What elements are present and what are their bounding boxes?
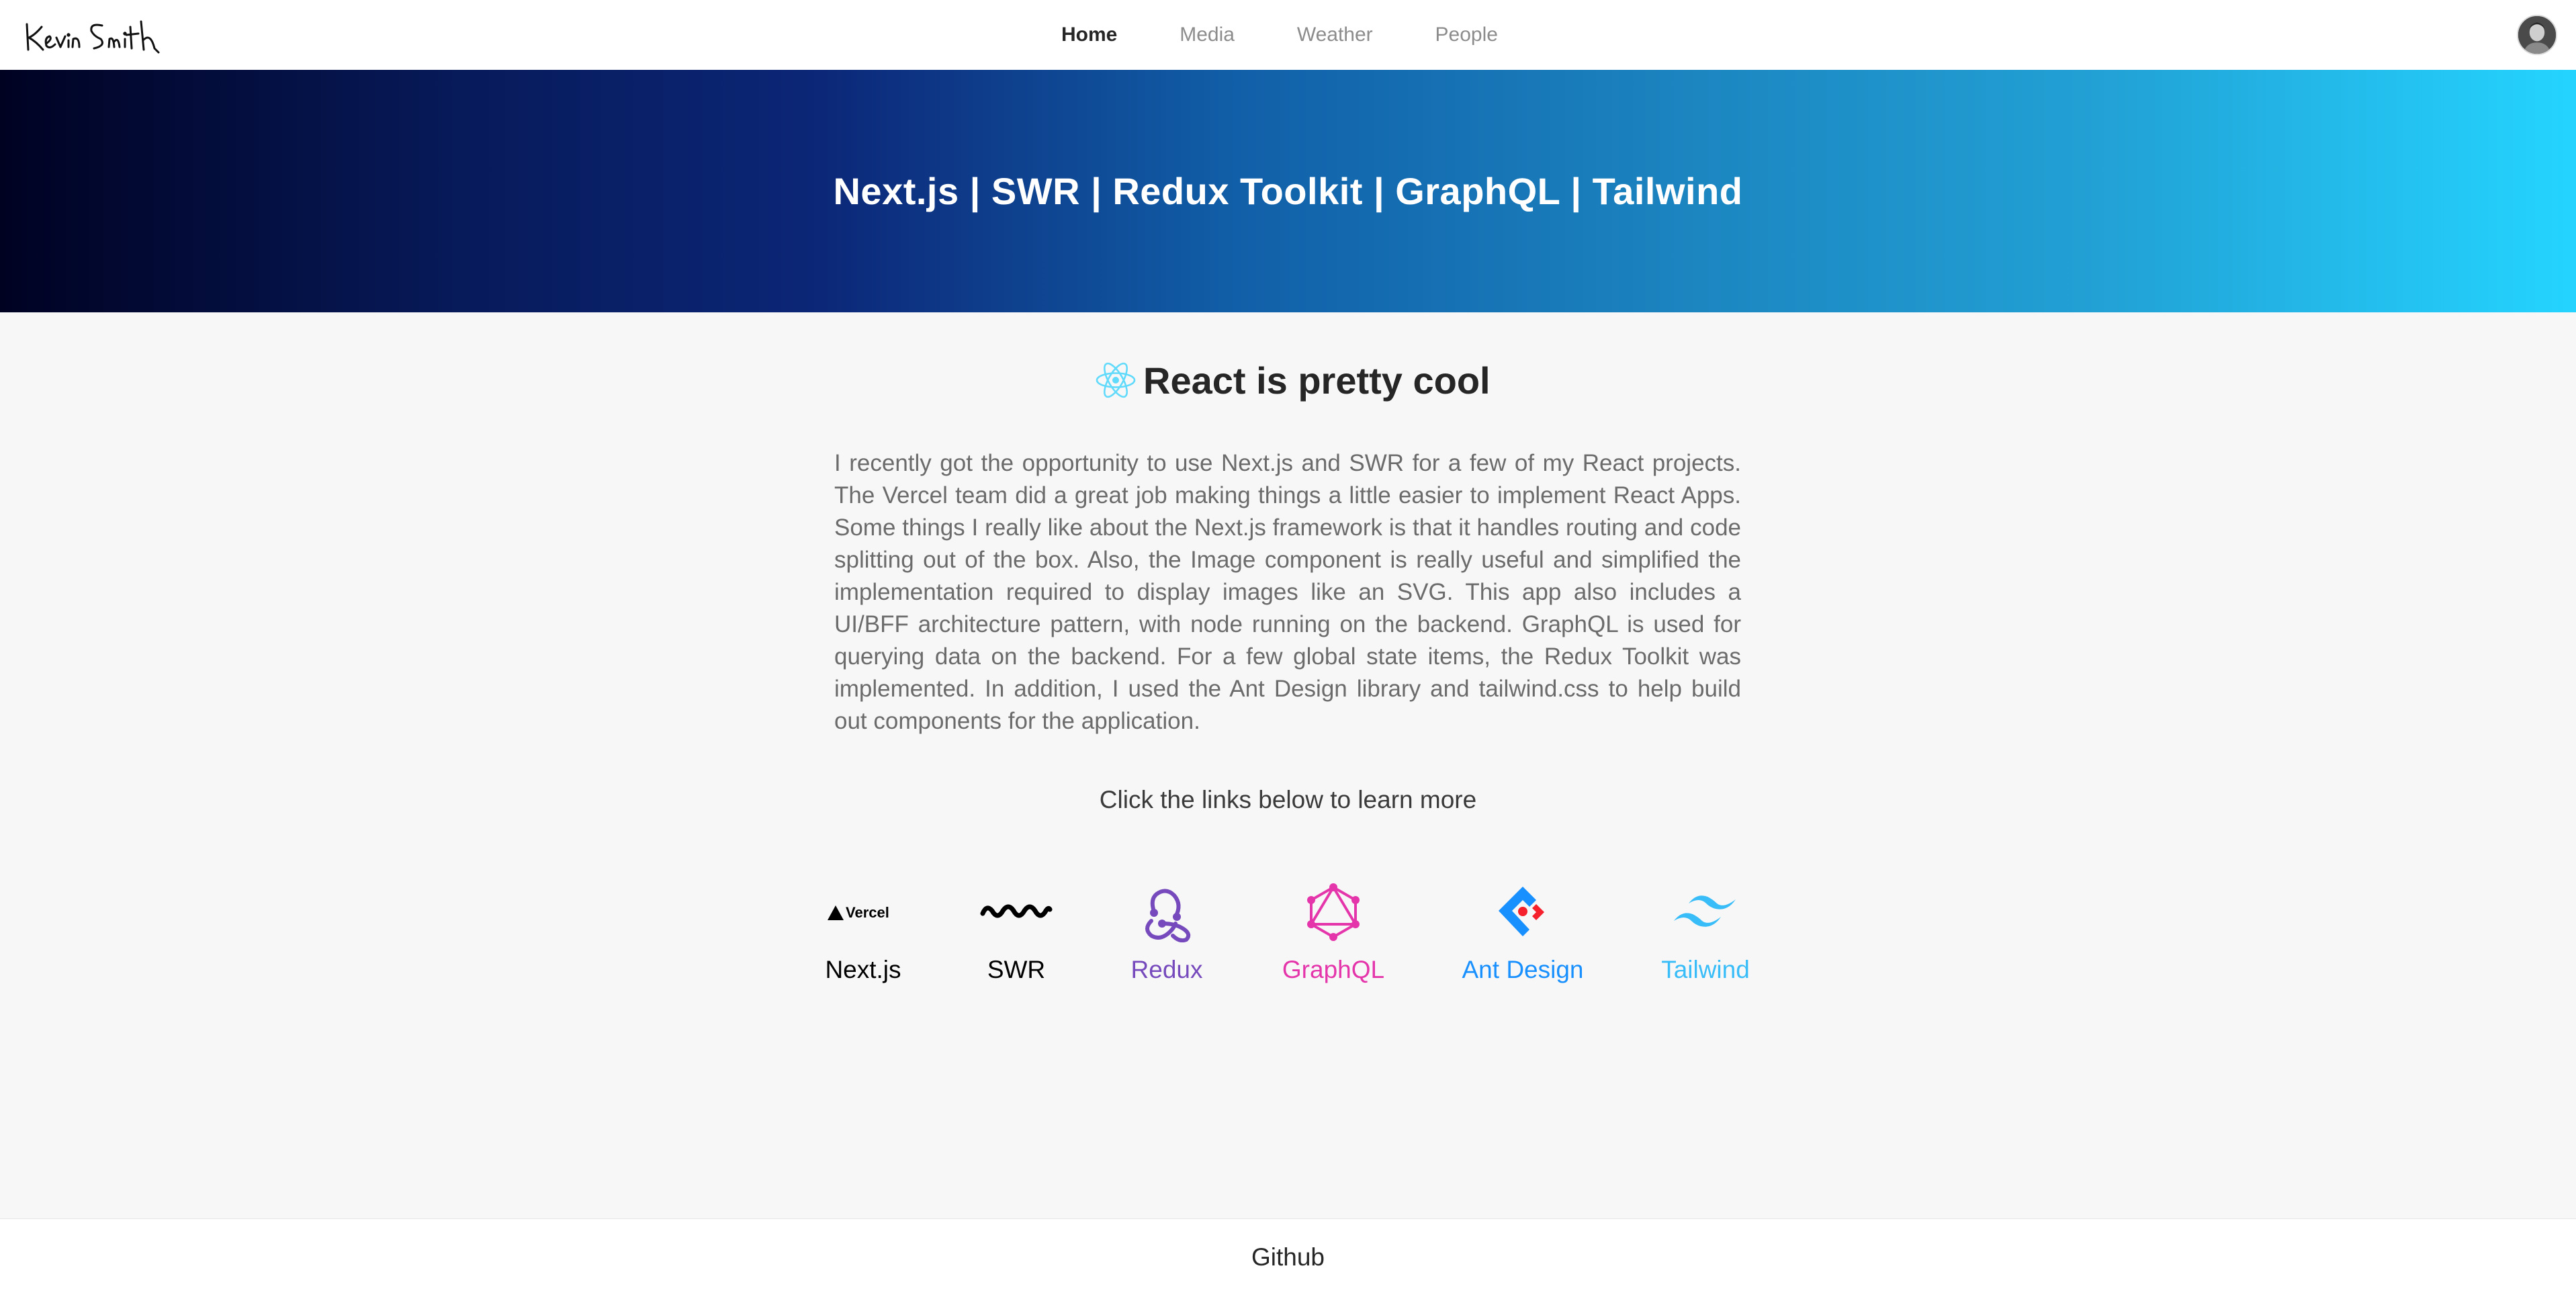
github-link[interactable]: Github [1251,1243,1325,1271]
tech-label-redux: Redux [1130,956,1203,983]
kevin-smith-signature-logo[interactable] [23,12,164,59]
tech-link-graphql[interactable]: GraphQL [1259,877,1407,984]
nav-home[interactable]: Home [1061,24,1117,46]
tech-label-tailwind: Tailwind [1661,956,1750,983]
tailwind-logo-icon [1632,877,1779,948]
top-navbar: Home Media Weather People [0,0,2576,71]
links-caption: Click the links below to learn more [1099,786,1477,813]
intro-paragraph: I recently got the opportunity to use Ne… [834,450,1741,734]
tech-link-swr[interactable]: SWR [942,877,1090,984]
footer: Github [0,1218,2576,1295]
tech-link-tailwind[interactable]: Tailwind [1632,877,1779,984]
tech-label-nextjs: Next.js [825,956,901,983]
graphql-logo-icon [1259,877,1407,948]
nav-people[interactable]: People [1435,24,1498,46]
redux-logo-icon [1093,877,1241,948]
vercel-logo-icon: Vercel [789,877,937,948]
hero-title: Next.js | SWR | Redux Toolkit | GraphQL … [833,170,1743,212]
tech-label-swr: SWR [987,956,1046,983]
tech-link-nextjs[interactable]: Vercel Next.js [789,877,937,984]
react-icon [1096,362,1136,398]
tech-link-ant-design[interactable]: Ant Design [1449,877,1597,984]
main-nav: Home Media Weather People [1061,0,1498,70]
section-title: React is pretty cool [1143,359,1491,402]
vercel-logo-text: Vercel [846,904,889,921]
tech-label-ant-design: Ant Design [1462,956,1584,983]
nav-weather[interactable]: Weather [1297,24,1373,46]
swr-logo-icon [942,877,1090,948]
tech-link-redux[interactable]: Redux [1093,877,1241,984]
avatar-portrait-icon [2518,16,2556,54]
user-avatar[interactable] [2517,15,2557,55]
tech-label-graphql: GraphQL [1282,956,1385,983]
section-heading: React is pretty cool [1094,356,1491,404]
hero-banner: Next.js | SWR | Redux Toolkit | GraphQL … [0,70,2576,312]
ant-design-logo-icon [1449,877,1597,948]
nav-media[interactable]: Media [1180,24,1235,46]
